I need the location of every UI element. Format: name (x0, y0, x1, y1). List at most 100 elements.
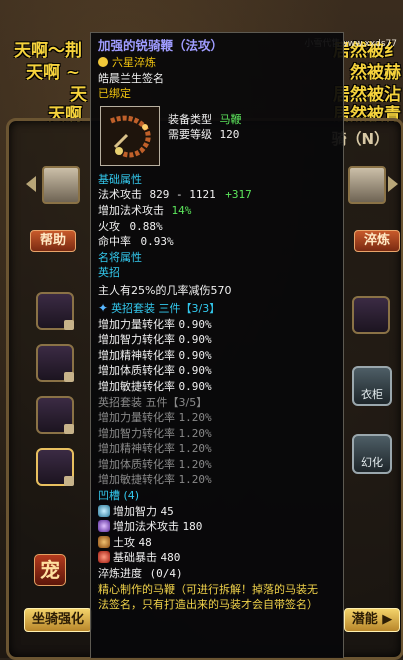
mount-portrait-left[interactable] (42, 166, 80, 204)
refine-progress-row: 淬炼进度 (0/4) (98, 566, 337, 582)
next-mount-arrow-icon[interactable] (388, 176, 398, 192)
wardrobe-label: 衣柜 (361, 388, 383, 401)
equipment-slot-1[interactable] (36, 292, 74, 330)
refine-button[interactable]: 淬炼 (354, 230, 400, 252)
set-value: 0.90% (178, 317, 212, 331)
groove-value: 45 (160, 504, 174, 518)
set-label: 增加力量转化率 (98, 317, 175, 331)
hero-move-header: 英招 (98, 266, 120, 280)
lock-icon (64, 372, 74, 382)
bound-status: 已绑定 (98, 87, 131, 101)
equipment-slot-3[interactable] (36, 396, 74, 434)
base-attr-header: 基础属性 (98, 172, 142, 186)
lock-icon (64, 320, 74, 330)
set-label: 增加精神转化率 (98, 348, 175, 362)
equip-type-row: 装备类型 马鞭 (168, 112, 242, 128)
refine-progress-value: (0/4) (149, 567, 183, 581)
set5-line: 增加体质转化率 1.20% (98, 457, 337, 473)
potential-button[interactable]: 潜能 ▶ (344, 608, 400, 632)
equipment-slot-4[interactable] (36, 448, 74, 486)
item-description-2: 法签名，只有打造出来的马装才会自带签名） (98, 598, 318, 612)
attr-value: 829 - 1121 (149, 188, 216, 202)
set5-line: 增加智力转化率 1.20% (98, 426, 337, 442)
set3-line: 增加体质转化率 0.90% (98, 363, 337, 379)
groove-value: 48 (138, 535, 152, 549)
refine-level-row: 六星淬炼 (98, 55, 337, 71)
req-level-value: 120 (219, 128, 240, 142)
base-attr-row: 法术攻击 829 - 1121 +317 (98, 187, 337, 203)
set5-line: 增加敏捷转化率 1.20% (98, 472, 337, 488)
wardrobe-button[interactable]: 衣柜 (352, 366, 392, 406)
announcement-left: 天啊 ~ (26, 63, 81, 80)
groove-line: 增加法术攻击 180 (98, 519, 337, 535)
base-attr-row: 火攻 0.88% (98, 219, 337, 235)
groove-value: 180 (182, 520, 203, 534)
groove-line: 增加智力 45 (98, 504, 337, 520)
critical-gem-icon (98, 551, 110, 564)
equip-type-value: 马鞭 (219, 112, 242, 126)
req-level-label: 需要等级 (168, 128, 212, 142)
announcement-right: 然被赫 (350, 63, 401, 80)
famous-header: 名将属性 (98, 250, 142, 264)
item-title: 加强的锐骑鞭（法攻） (98, 38, 224, 53)
set-label: 增加敏捷转化率 (98, 379, 175, 393)
equip-type-label: 装备类型 (168, 112, 212, 126)
set5-line: 增加精神转化率 1.20% (98, 441, 337, 457)
whip-item-icon (100, 105, 160, 166)
attr-bonus: +317 (225, 188, 252, 202)
set-value: 0.90% (178, 348, 212, 362)
item-description-1: 精心制作的马鞭（可进行拆解！掉落的马装无 (98, 582, 318, 596)
prev-mount-arrow-icon[interactable] (26, 176, 36, 192)
intelligence-gem-icon (98, 504, 110, 517)
set-value: 0.90% (178, 333, 212, 347)
groove-value: 480 (160, 551, 181, 565)
transform-label: 幻化 (361, 456, 383, 469)
set-value: 1.20% (178, 426, 212, 440)
set-value: 0.90% (178, 379, 212, 393)
announcement-left: 天啊～荆 (14, 41, 82, 58)
set-label: 增加智力转化率 (98, 333, 175, 347)
base-attr-row: 增加法术攻击 14% (98, 203, 337, 219)
set3-line: 增加智力转化率 0.90% (98, 332, 337, 348)
set-label: 增加智力转化率 (98, 426, 175, 440)
set-label: 增加精神转化率 (98, 442, 175, 456)
attr-value: 0.88% (129, 219, 163, 233)
set-label: 增加敏捷转化率 (98, 473, 175, 487)
groove-label: 基础暴击 (113, 551, 157, 565)
attr-label: 命中率 (98, 235, 131, 249)
set-value: 1.20% (178, 411, 212, 425)
set3-line: 增加精神转化率 0.90% (98, 348, 337, 364)
item-meta: 装备类型 马鞭 需要等级 120 (168, 112, 242, 143)
set-label: 增加体质转化率 (98, 364, 175, 378)
lock-icon (64, 476, 74, 486)
mount-portrait-right[interactable] (348, 166, 386, 204)
base-attr-row: 命中率 0.93% (98, 234, 337, 250)
set3-header-row: ✦ 英招套装 三件【3/3】 (98, 301, 337, 317)
set5-line: 增加力量转化率 1.20% (98, 410, 337, 426)
signature: 皓晨兰生签名 (98, 71, 164, 85)
lock-icon (64, 424, 74, 434)
groove-line: 基础暴击 480 (98, 550, 337, 566)
help-button[interactable]: 帮助 (30, 230, 76, 252)
equipment-slot-5[interactable] (352, 296, 390, 334)
item-tooltip: 加强的锐骑鞭（法攻） 六星淬炼 皓晨兰生签名 已绑定 装备类型 马鞭 需要等级 … (90, 32, 344, 658)
set-value: 0.90% (178, 364, 212, 378)
star-badge-icon (98, 57, 108, 67)
mount-enhance-button[interactable]: 坐骑强化 (24, 608, 92, 632)
groove-label: 土攻 (113, 535, 135, 549)
refine-progress-label: 淬炼进度 (98, 567, 142, 581)
set-label: 增加力量转化率 (98, 411, 175, 425)
groove-line: 土攻 48 (98, 535, 337, 551)
set-value: 1.20% (178, 442, 212, 456)
set-label: 增加体质转化率 (98, 457, 175, 471)
groove-header: 凹槽 (4) (98, 489, 140, 503)
transform-button[interactable]: 幻化 (352, 434, 392, 474)
set3-line: 增加力量转化率 0.90% (98, 317, 337, 333)
pet-button[interactable]: 宠 (34, 554, 66, 586)
req-level-row: 需要等级 120 (168, 127, 242, 143)
set5-header: 英招套装 五件【3/5】 (98, 395, 208, 409)
equipment-slot-2[interactable] (36, 344, 74, 382)
set-value: 1.20% (178, 473, 212, 487)
attr-label: 法术攻击 (98, 188, 142, 202)
earth-attack-gem-icon (98, 535, 110, 548)
